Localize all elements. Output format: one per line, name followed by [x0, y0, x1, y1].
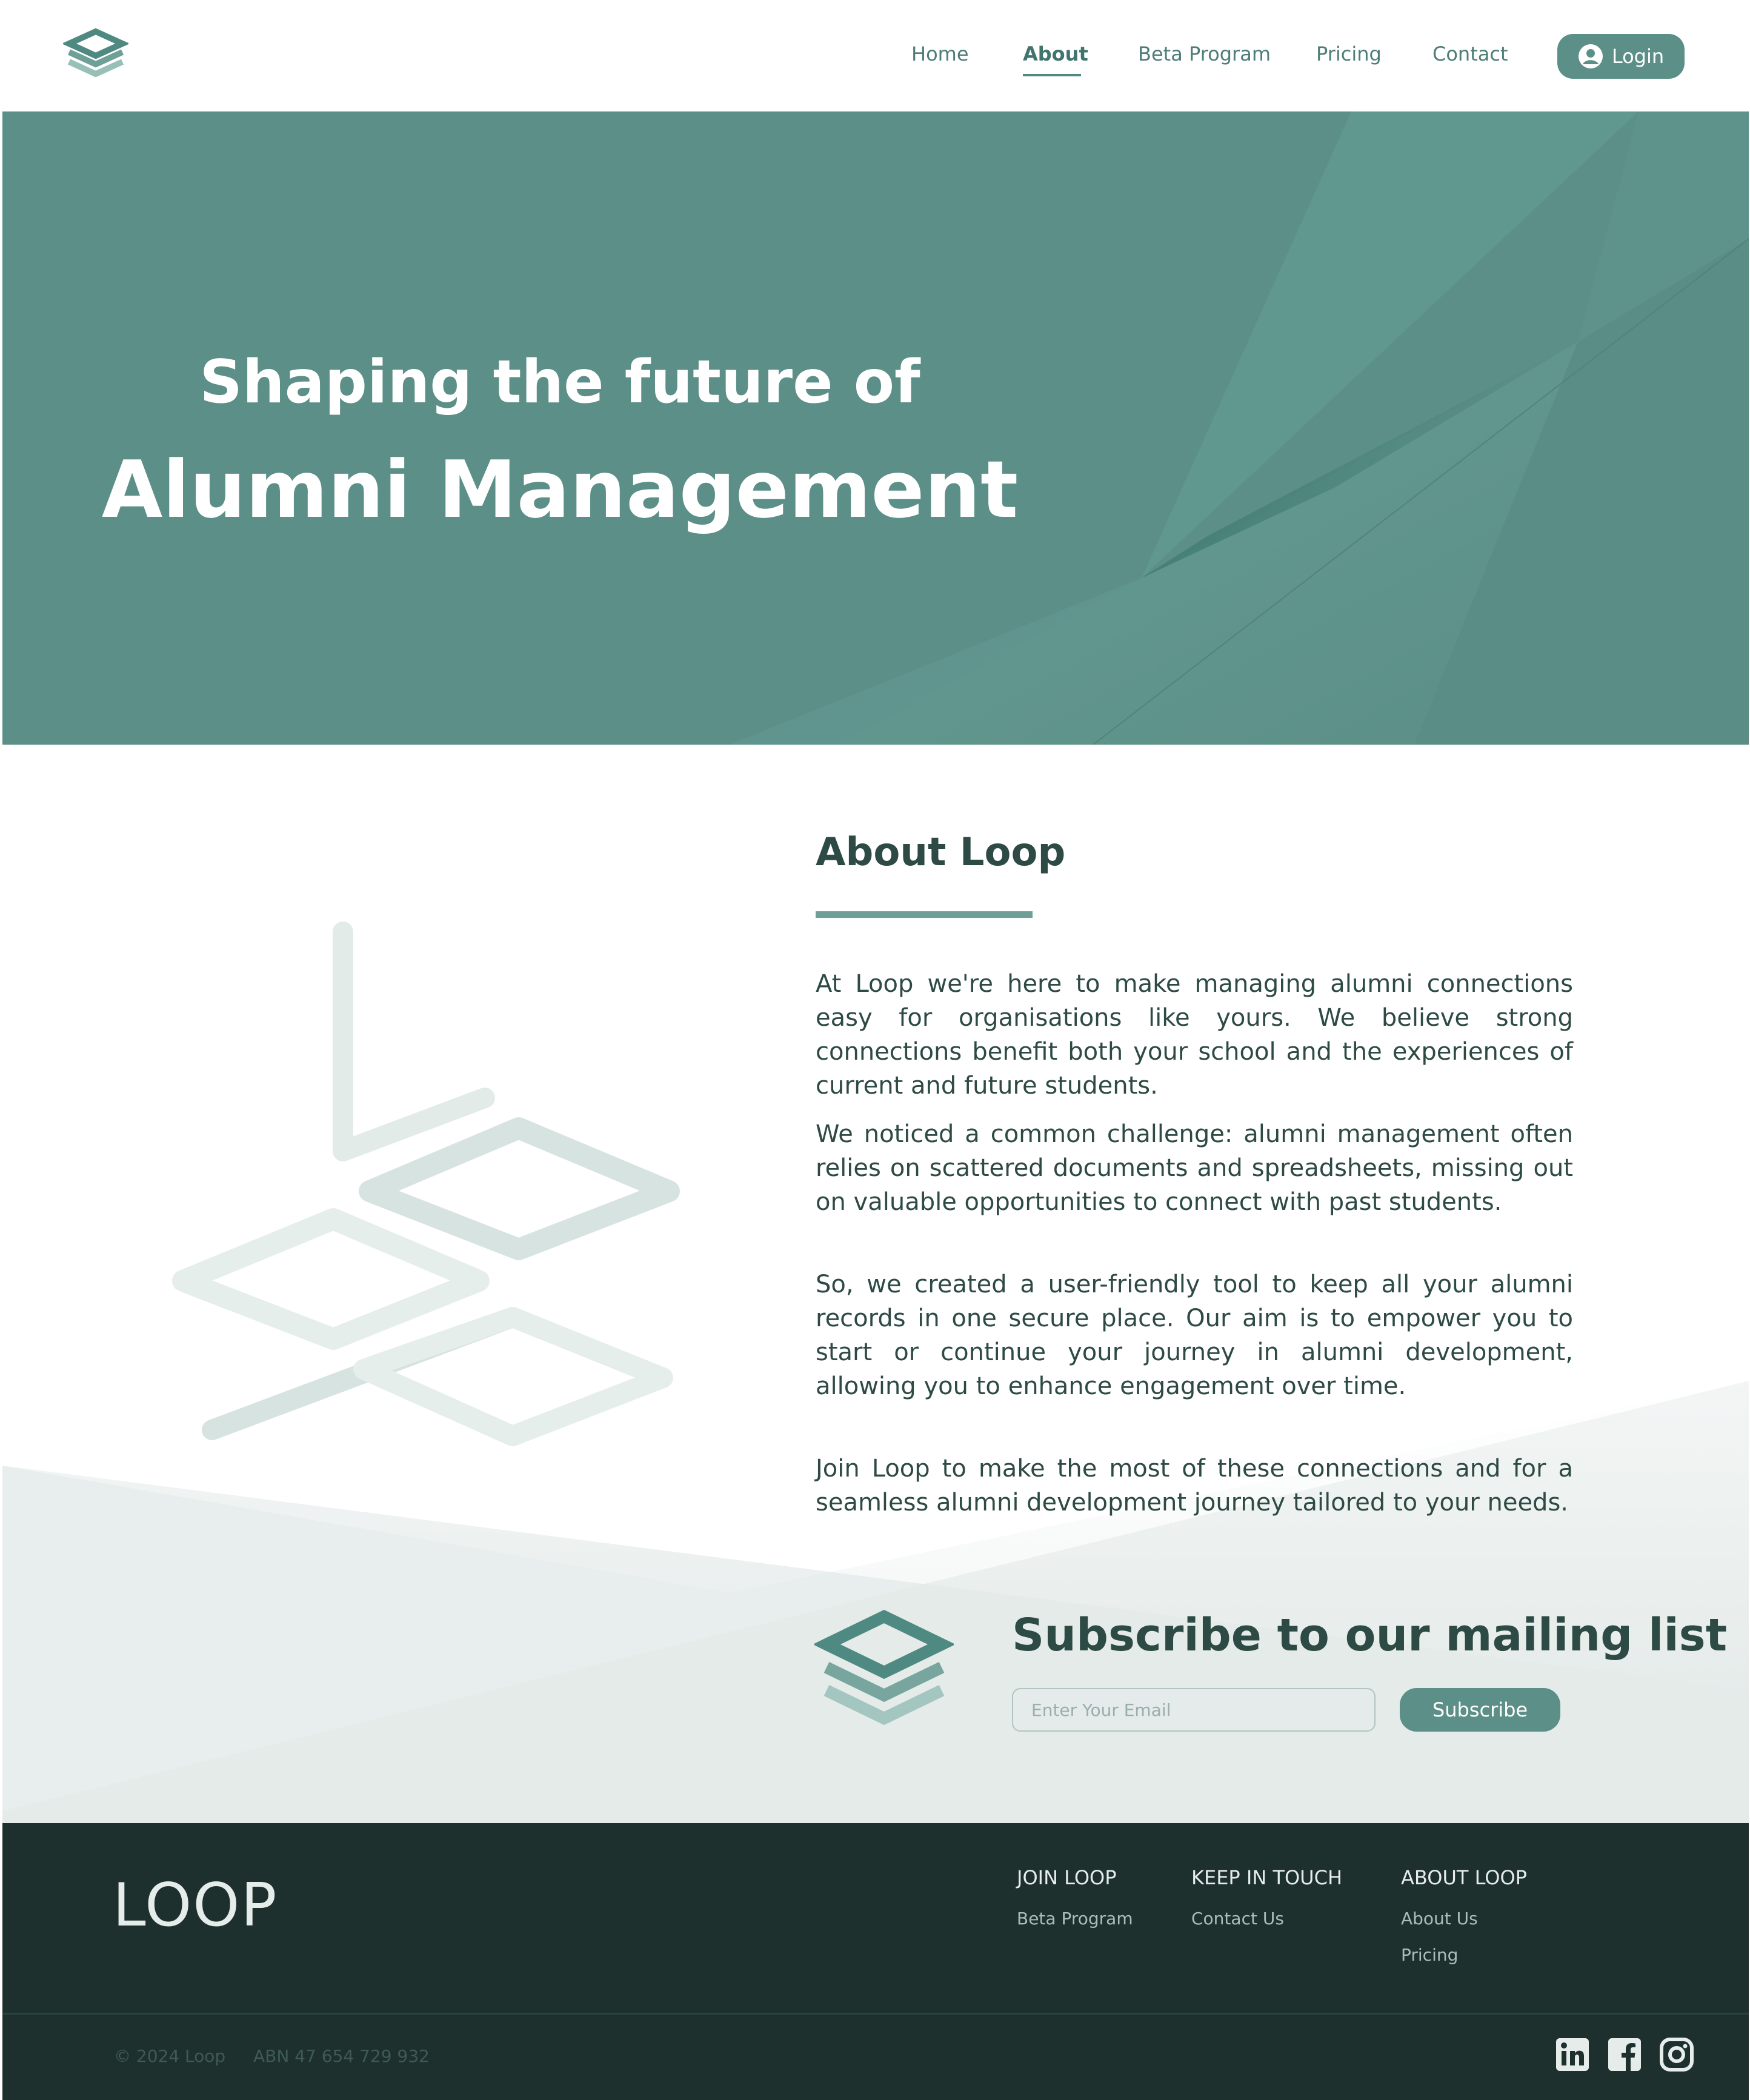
footer-brand: LOOP — [113, 1871, 278, 1940]
heading-divider — [816, 911, 1033, 918]
footer-link-pricing[interactable]: Pricing — [1401, 1945, 1458, 1965]
login-button[interactable]: Login — [1557, 34, 1685, 79]
nav-pricing[interactable]: Pricing — [1316, 42, 1382, 65]
copyright-text: © 2024 Loop — [114, 2046, 226, 2066]
facebook-icon[interactable] — [1607, 2037, 1642, 2072]
nav-contact[interactable]: Contact — [1432, 42, 1508, 65]
footer-link-beta-program[interactable]: Beta Program — [1017, 1909, 1133, 1929]
nav-home[interactable]: Home — [911, 42, 969, 65]
footer-col-title-about: ABOUT LOOP — [1401, 1866, 1527, 1889]
subscribe-heading: Subscribe to our mailing list — [1012, 1609, 1728, 1661]
email-input[interactable] — [1012, 1688, 1376, 1732]
nav-beta-program[interactable]: Beta Program — [1138, 42, 1271, 65]
footer-link-about-us[interactable]: About Us — [1401, 1909, 1478, 1929]
hero-title: Alumni Management — [101, 444, 1019, 536]
top-navbar: Home About Beta Program Pricing Contact … — [0, 0, 1750, 111]
linkedin-icon[interactable] — [1555, 2037, 1590, 2072]
footer-divider — [2, 2013, 1749, 2015]
nav-active-underline — [1023, 74, 1081, 76]
footer-col-title-keep-in-touch: KEEP IN TOUCH — [1191, 1866, 1342, 1889]
hero-subtitle: Shaping the future of — [199, 348, 920, 417]
footer-link-contact-us[interactable]: Contact Us — [1191, 1909, 1284, 1929]
loop-outline-illustration — [172, 922, 680, 1446]
instagram-icon[interactable] — [1659, 2037, 1694, 2072]
about-paragraph-1: At Loop we're here to make managing alum… — [816, 970, 1573, 1100]
loop-logo-icon — [814, 1609, 954, 1726]
loop-logo-icon[interactable] — [63, 27, 128, 85]
user-circle-icon — [1578, 44, 1603, 68]
about-paragraph-3: So, we created a user-friendly tool to k… — [816, 1271, 1573, 1400]
about-paragraph-4: Join Loop to make the most of these conn… — [816, 1455, 1573, 1517]
login-label: Login — [1611, 45, 1665, 68]
abn-text: ABN 47 654 729 932 — [253, 2046, 430, 2066]
hero-banner: Shaping the future of Alumni Management — [2, 111, 1749, 745]
about-heading: About Loop — [816, 830, 1066, 875]
about-paragraph-2: We noticed a common challenge: alumni ma… — [816, 1120, 1573, 1216]
subscribe-button[interactable]: Subscribe — [1400, 1688, 1560, 1732]
footer-col-title-join: JOIN LOOP — [1017, 1866, 1117, 1889]
nav-about[interactable]: About — [1023, 42, 1088, 65]
hero-background-shapes — [730, 111, 1749, 745]
